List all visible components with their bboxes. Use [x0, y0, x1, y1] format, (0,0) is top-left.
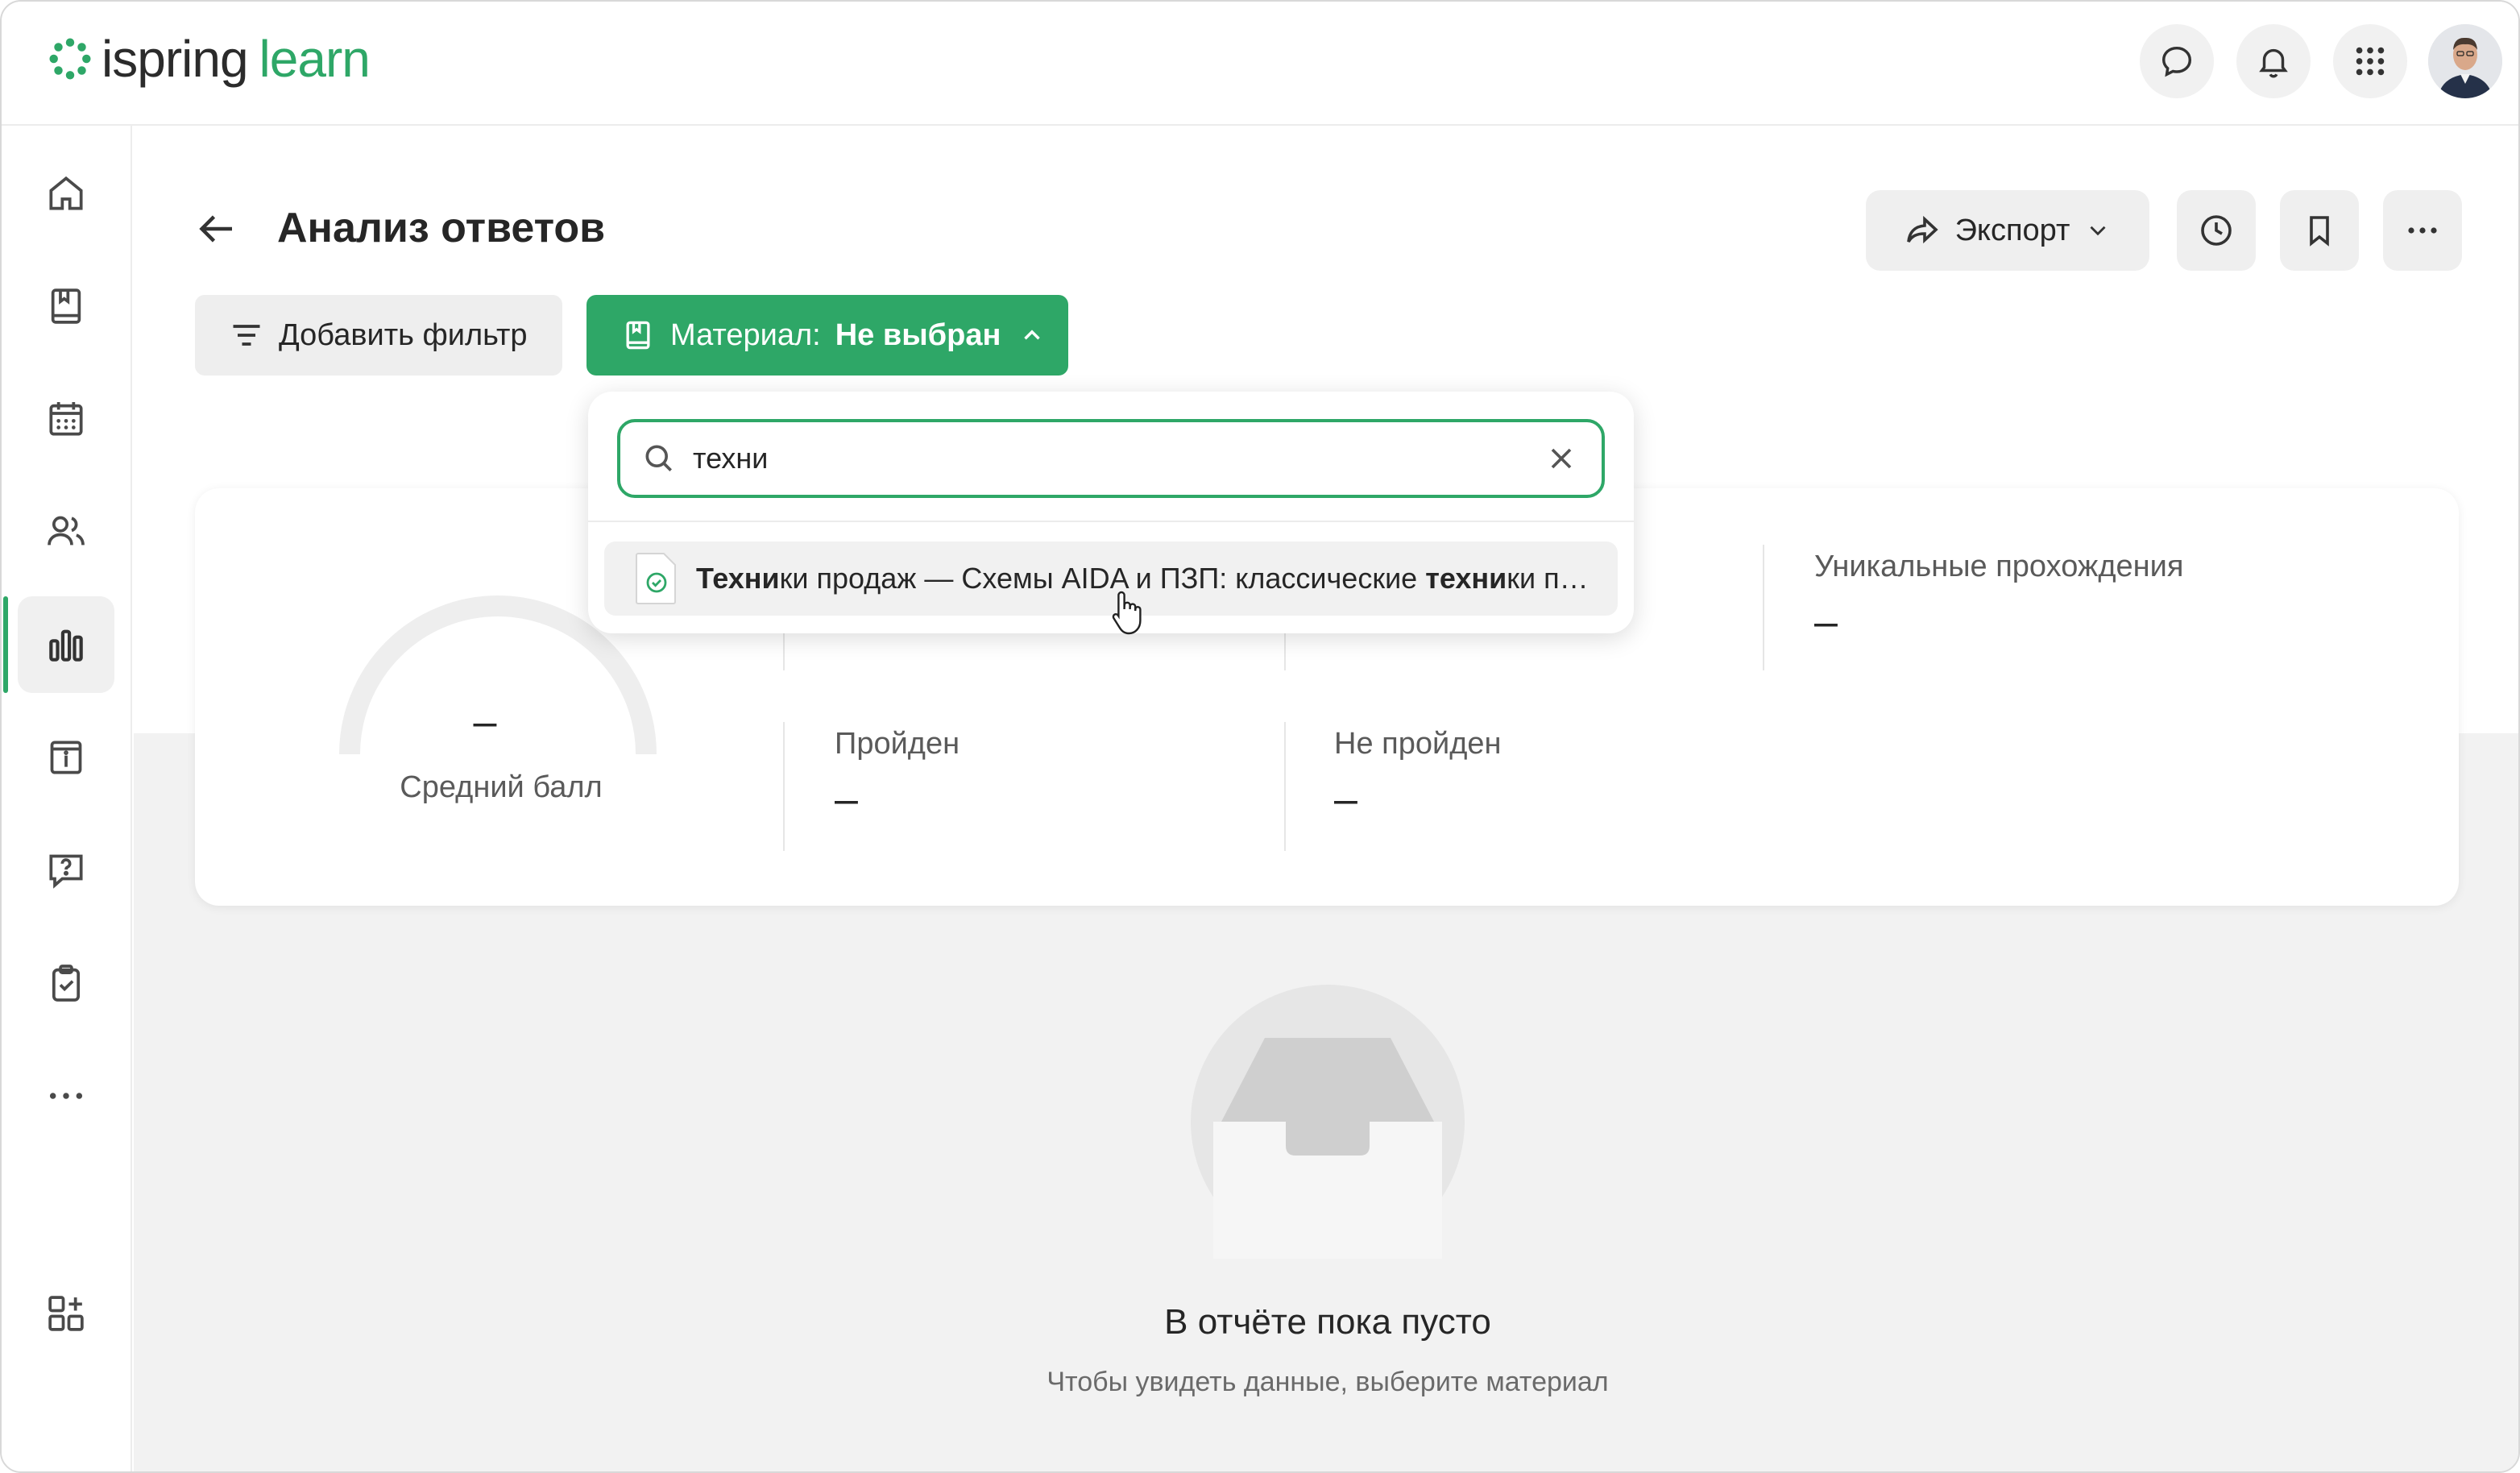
- users-icon: [48, 516, 85, 546]
- active-indicator: [3, 596, 8, 693]
- result-text-tail: ки продаж: [1507, 562, 1590, 595]
- sidebar: [2, 126, 132, 1471]
- apps-button[interactable]: [2333, 24, 2407, 98]
- logo-text-ispring: ispring: [102, 30, 249, 88]
- failed-value: –: [1334, 776, 1357, 823]
- empty-state-illustration: [1191, 985, 1465, 1259]
- unique-attempts-value: –: [1814, 599, 1838, 645]
- sidebar-item-reports[interactable]: [18, 596, 114, 693]
- logo-text-learn: learn: [259, 30, 371, 88]
- material-filter-button[interactable]: Материал: Не выбран: [586, 295, 1068, 376]
- chevron-up-icon: [1024, 330, 1041, 340]
- clipboard-check-icon: [52, 965, 81, 1002]
- page-title: Анализ ответов: [277, 205, 606, 251]
- bar-chart-icon: [49, 629, 83, 662]
- average-score-value: –: [473, 699, 497, 745]
- divider: [1284, 722, 1286, 851]
- divider: [1763, 545, 1764, 670]
- sidebar-item-more[interactable]: [18, 1048, 114, 1144]
- dropdown-divider: [588, 521, 1634, 522]
- apps-grid-icon: [2356, 47, 2385, 76]
- passed-label: Пройден: [835, 727, 960, 761]
- divider: [783, 722, 785, 851]
- logo[interactable]: ispring learn: [47, 30, 371, 88]
- material-search-field[interactable]: техни: [617, 419, 1605, 498]
- back-arrow-icon[interactable]: [192, 205, 240, 253]
- sidebar-item-home[interactable]: [18, 145, 114, 242]
- match-highlight: техни: [1425, 562, 1507, 595]
- more-actions-button[interactable]: [2383, 190, 2462, 271]
- export-label: Экспорт: [1954, 213, 2070, 247]
- failed-label: Не пройден: [1334, 727, 1502, 761]
- calendar-icon: [49, 402, 83, 436]
- more-icon: [49, 1093, 83, 1099]
- match-highlight: Техни: [696, 562, 780, 595]
- sidebar-item-info[interactable]: [18, 709, 114, 806]
- chevron-down-icon: [2090, 226, 2106, 236]
- bookmark-button[interactable]: [2280, 190, 2359, 271]
- empty-tray-icon: [1213, 1038, 1442, 1259]
- unique-attempts-label: Уникальные прохождения: [1814, 550, 2184, 583]
- sidebar-item-calendar[interactable]: [18, 371, 114, 467]
- share-arrow-icon: [1906, 215, 1938, 244]
- ispring-logo-icon: [49, 38, 91, 80]
- bookmark-icon: [2310, 216, 2329, 247]
- sidebar-item-questions[interactable]: [18, 822, 114, 919]
- material-value: Не выбран: [835, 317, 1001, 352]
- more-icon: [2408, 227, 2437, 234]
- chat-button[interactable]: [2140, 24, 2214, 98]
- history-button[interactable]: [2177, 190, 2256, 271]
- search-icon: [645, 445, 672, 471]
- sidebar-item-users[interactable]: [18, 483, 114, 580]
- add-filter-label: Добавить фильтр: [279, 317, 528, 352]
- filter-icon: [233, 325, 260, 346]
- avatar-image: [2428, 24, 2502, 98]
- add-filter-button[interactable]: Добавить фильтр: [195, 295, 562, 376]
- chat-icon: [2161, 46, 2192, 77]
- empty-state-subtitle: Чтобы увидеть данные, выберите материал: [1047, 1367, 1609, 1397]
- empty-state-title: В отчёте пока пусто: [1164, 1302, 1491, 1342]
- book-icon: [51, 288, 81, 324]
- sidebar-item-add-widget[interactable]: [18, 1265, 114, 1362]
- bell-icon: [2259, 48, 2288, 78]
- info-board-icon: [50, 741, 82, 774]
- average-score-label: Средний балл: [400, 770, 603, 804]
- sidebar-item-learning[interactable]: [18, 258, 114, 355]
- notifications-button[interactable]: [2236, 24, 2311, 98]
- top-header: ispring learn: [2, 2, 2518, 126]
- material-label: Материал:: [670, 317, 821, 352]
- book-icon: [626, 321, 650, 350]
- home-icon: [49, 176, 83, 210]
- clock-icon: [2201, 215, 2232, 246]
- clear-icon[interactable]: [1544, 441, 1579, 476]
- sidebar-item-tasks[interactable]: [18, 935, 114, 1031]
- quiz-file-icon: [636, 553, 676, 604]
- question-icon: [49, 854, 83, 889]
- app-window: ispring learn Анализ ответов Экспорт Доб…: [0, 0, 2520, 1473]
- passed-value: –: [835, 776, 858, 823]
- export-button[interactable]: Экспорт: [1866, 190, 2149, 271]
- user-avatar[interactable]: [2428, 24, 2502, 98]
- search-input-value[interactable]: техни: [693, 442, 1544, 475]
- add-widget-icon: [48, 1296, 84, 1331]
- result-text-middle: ки продаж — Схемы AIDA и ПЗП: классическ…: [779, 562, 1426, 595]
- hand-cursor-icon: [1112, 591, 1142, 635]
